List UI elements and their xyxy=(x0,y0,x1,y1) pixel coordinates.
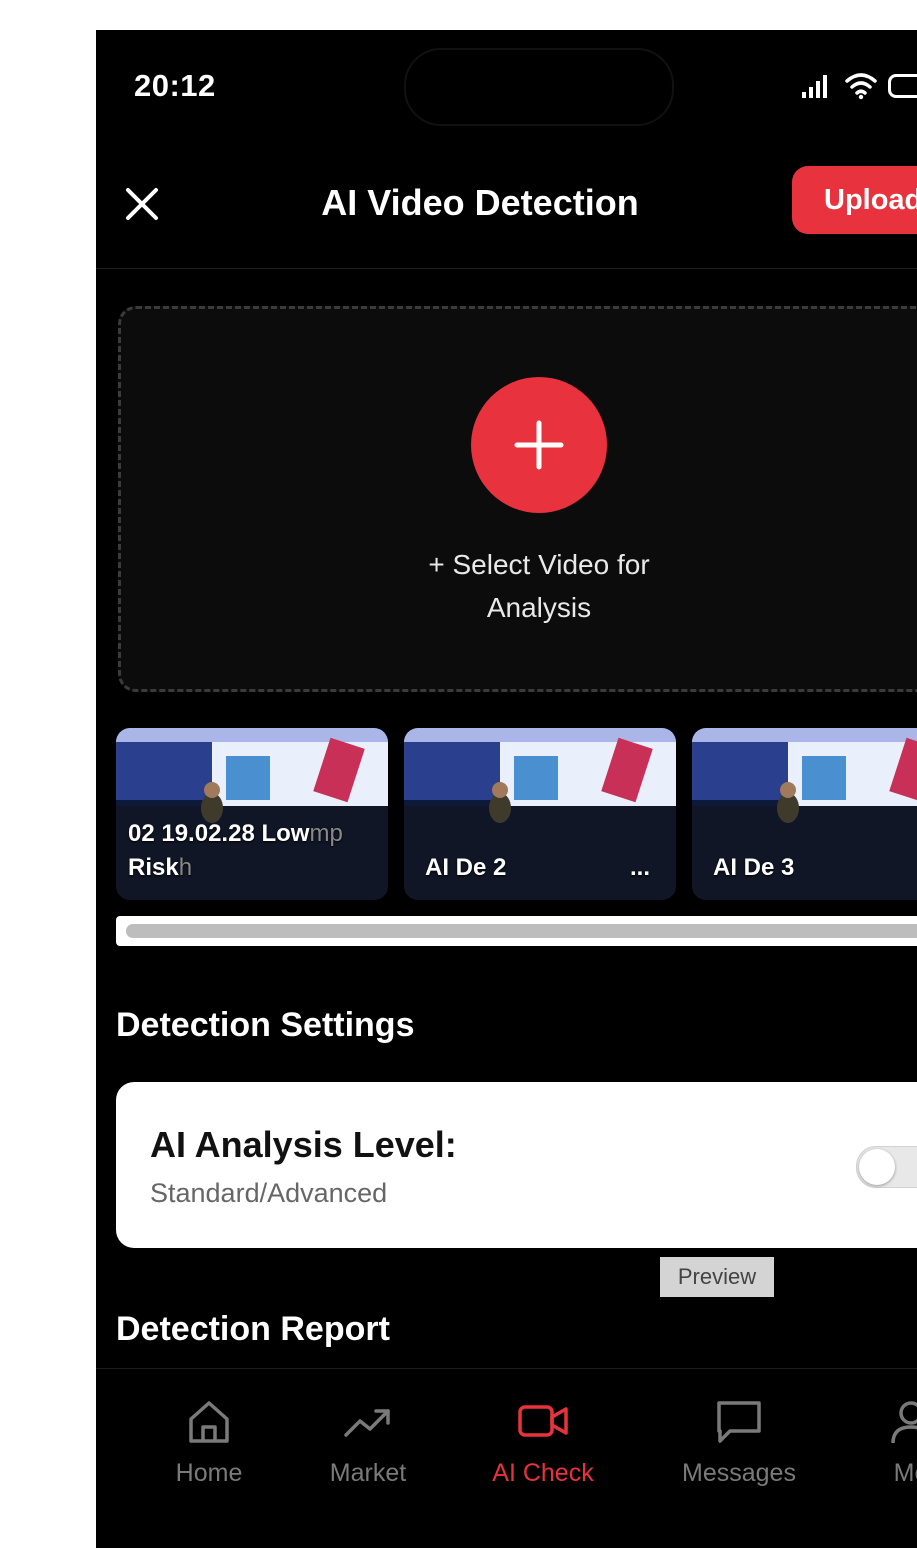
select-video-dropzone[interactable]: + Select Video for Analysis xyxy=(118,306,917,692)
plus-icon xyxy=(514,420,564,470)
video-thumbnail[interactable]: AI De 2 ... xyxy=(404,728,676,900)
toggle-knob xyxy=(859,1149,895,1185)
thumbnail-label: 02 19.02.28 Lowmp xyxy=(128,820,343,847)
analysis-level-subtitle: Standard/Advanced xyxy=(150,1178,388,1208)
trending-up-icon xyxy=(344,1409,390,1437)
status-time: 20:12 xyxy=(134,68,216,103)
message-icon xyxy=(717,1401,761,1443)
select-video-label: + Select Video for Analysis xyxy=(428,549,650,623)
detection-report-title: Detection Report xyxy=(116,1310,390,1348)
tab-market[interactable]: Market xyxy=(320,1397,416,1488)
analysis-level-card: AI Analysis Level: Standard/Advanced xyxy=(116,1082,917,1248)
battery-icon xyxy=(888,74,917,98)
video-icon xyxy=(518,1405,568,1437)
tab-me[interactable]: Me xyxy=(881,1397,917,1488)
preview-badge[interactable]: Preview xyxy=(660,1257,774,1297)
add-video-button[interactable] xyxy=(471,377,607,513)
video-thumbnail[interactable]: 02 19.02.28 Lowmp Riskh xyxy=(116,728,388,900)
tab-messages[interactable]: Messages xyxy=(674,1397,804,1488)
video-thumbnail-strip: 02 19.02.28 Lowmp Riskh AI De 2 ... AI D… xyxy=(116,728,917,900)
wifi-icon xyxy=(845,73,877,100)
video-thumbnail[interactable]: AI De 3 xyxy=(692,728,917,900)
status-bar: 20:12 xyxy=(96,30,917,140)
detection-settings-title: Detection Settings xyxy=(116,1006,415,1044)
tab-home[interactable]: Home xyxy=(166,1397,252,1488)
upload-button[interactable]: Upload xyxy=(792,166,917,234)
tab-label: Me xyxy=(893,1459,917,1487)
thumbnail-label: AI De 2 xyxy=(425,854,507,881)
thumbnail-label: Riskh xyxy=(128,854,193,881)
signal-icon xyxy=(802,75,827,98)
analysis-level-title: AI Analysis Level: xyxy=(150,1124,457,1165)
thumbnail-more: ... xyxy=(630,854,651,881)
tab-ai-check[interactable]: AI Check xyxy=(486,1397,600,1488)
dynamic-island xyxy=(404,48,674,126)
thumbnail-label: AI De 3 xyxy=(713,854,795,881)
home-icon xyxy=(189,1401,229,1443)
tab-label: Home xyxy=(175,1459,243,1487)
page-title: AI Video Detection xyxy=(321,182,639,223)
phone-screen: 20:12 AI Video Detection Upload + Select… xyxy=(96,30,917,1548)
scrollbar-thumb[interactable] xyxy=(126,924,917,938)
nav-header: AI Video Detection Upload xyxy=(96,160,917,269)
user-icon xyxy=(891,1401,917,1444)
tab-label: AI Check xyxy=(492,1459,594,1487)
thumbnail-scrollbar[interactable] xyxy=(116,916,917,946)
analysis-level-toggle[interactable] xyxy=(856,1146,917,1188)
tab-label: Messages xyxy=(682,1459,796,1487)
tab-label: Market xyxy=(329,1459,407,1487)
bottom-tab-bar: Home Market AI Check Messages M xyxy=(96,1368,917,1548)
